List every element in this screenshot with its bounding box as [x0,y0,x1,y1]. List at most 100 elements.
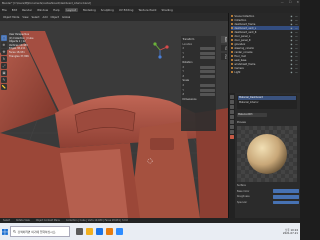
render-props-icon[interactable] [230,100,234,104]
menu-edit[interactable]: Edit [12,8,17,12]
tab-layout[interactable]: Layout [64,7,79,12]
visibility-icons[interactable]: ◉ ▭ [290,39,298,42]
scale-tool-button[interactable]: ⤢ [1,63,7,69]
browser-icon[interactable] [96,228,103,235]
tab-uv-editing[interactable]: UV Editing [119,8,134,12]
outliner-row[interactable]: Light ◉ ▭ [230,70,299,74]
measure-tool-icon: 📏 [1,85,7,89]
menu-render[interactable]: Render [22,8,32,12]
tab-tool[interactable]: Tool [221,44,227,52]
visibility-icons[interactable]: ◉ ▭ [290,71,298,74]
material-panel: Material_Dashboard Material_Interior Mat… [237,95,299,205]
stat-line: Edges 38,211 [9,47,26,51]
tool-shelf: ⬚ ⊕ ✥ ↻ ⤢ ▣ ✎ 📏 [1,35,7,90]
visibility-icons[interactable]: ◉ ▭ [290,55,298,58]
move-tool-button[interactable]: ✥ [1,49,7,55]
outliner-item-name: Collection [234,18,247,22]
tab-shading[interactable]: Shading [161,8,172,12]
scene-props-icon[interactable] [230,110,234,114]
material-props-icon[interactable] [230,135,234,139]
data-props-icon[interactable] [230,130,234,134]
menu-help[interactable]: Help [53,8,59,12]
annotate-tool-icon: ✎ [2,78,6,82]
transform-tool-button[interactable]: ▣ [1,70,7,76]
navigation-gizmo-icon[interactable] [150,40,170,60]
object-props-icon[interactable] [230,120,234,124]
visibility-icons[interactable]: ◉ ▭ [290,67,298,70]
orientation-dropdown[interactable]: Global [62,16,70,19]
select-tool-button[interactable]: ⬚ [1,35,7,41]
visibility-icons[interactable]: ◉ ▭ [290,51,298,54]
roughness-field[interactable] [273,195,299,199]
modifier-props-icon[interactable] [230,125,234,129]
window-controls: — ☐ ✕ [281,0,299,4]
stat-line: Triangles 37,806 [9,54,29,58]
tab-texture-paint[interactable]: Texture Paint [138,8,156,12]
viewport-stats: User Perspective (0) Collection | Cube O… [9,33,33,58]
object-menu[interactable]: Object [51,16,59,19]
base-color-field[interactable] [273,189,299,193]
tool-props-icon[interactable] [230,95,234,99]
tab-view[interactable]: View [221,53,227,61]
task-view-icon[interactable] [76,228,83,235]
windows-logo-icon [2,228,8,235]
menu-window[interactable]: Window [37,8,48,12]
add-menu[interactable]: Add [43,16,48,19]
close-button[interactable]: ✕ [296,0,299,4]
visibility-icons[interactable]: ◉ ▭ [290,23,298,26]
outliner[interactable]: Scene Collection ◉ ▭ Collection ◉ ▭ dashboar… [228,13,300,93]
scale-z-field[interactable] [199,93,215,97]
visibility-icons[interactable]: ◉ ▭ [290,19,298,22]
status-context: Object Context Menu [35,219,61,222]
loc-x-field[interactable] [199,47,215,51]
visibility-icons[interactable]: ◉ ▭ [290,43,298,46]
3d-viewport[interactable]: Object Mode View Select Add Object Globa… [0,13,228,218]
cursor-tool-button[interactable]: ⊕ [1,42,7,48]
rotate-tool-button[interactable]: ↻ [1,56,7,62]
visibility-icons[interactable]: ◉ ▭ [290,47,298,50]
annotate-tool-button[interactable]: ✎ [1,77,7,83]
rot-y-field[interactable] [199,70,215,74]
world-props-icon[interactable] [230,115,234,119]
system-tray-clock[interactable]: 오후 10:24 2021-07-21 [283,228,298,235]
rot-x-field[interactable] [199,65,215,69]
measure-tool-button[interactable]: 📏 [1,84,7,90]
material-slot[interactable]: Material_Interior [238,100,296,104]
material-slot[interactable]: Material_Dashboard [238,96,296,100]
start-button[interactable] [0,223,10,240]
file-explorer-icon[interactable] [86,228,93,235]
mesh-object-icon [230,38,233,42]
outliner-item-name: steering_column [234,46,255,50]
specular-field[interactable] [273,200,299,205]
visibility-icons[interactable]: ◉ ▭ [290,35,298,38]
taskbar-search-input[interactable]: 검색하려면 여기에 입력하십시오. [10,226,70,237]
preview-heading[interactable]: Preview [237,121,299,124]
loc-y-field[interactable] [199,51,215,55]
rot-z-field[interactable] [199,74,215,78]
tab-sculpting[interactable]: Sculpting [101,8,114,12]
mode-dropdown[interactable]: Object Mode [3,16,19,19]
scale-y-field[interactable] [199,88,215,92]
tab-modeling[interactable]: Modeling [83,8,96,12]
store-icon[interactable] [116,228,123,235]
maximize-button[interactable]: ☐ [289,0,292,4]
material-name-field[interactable]: Material.003 [237,113,267,117]
select-menu[interactable]: Select [32,16,40,19]
output-props-icon[interactable] [230,105,234,109]
minimize-button[interactable]: — [281,0,284,4]
visibility-icons[interactable]: ◉ ▭ [290,15,298,18]
visibility-icons[interactable]: ◉ ▭ [290,31,298,34]
visibility-icons[interactable]: ◉ ▭ [290,63,298,66]
view-menu[interactable]: View [22,16,28,19]
tab-item[interactable]: Item [221,36,227,43]
surface-heading[interactable]: Surface [237,184,299,187]
material-slot-list[interactable]: Material_Dashboard Material_Interior [237,95,297,109]
visibility-icons[interactable]: ◉ ▭ [290,59,298,62]
scale-x-field[interactable] [199,83,215,87]
loc-z-field[interactable] [199,56,215,60]
menu-file[interactable]: File [2,8,7,12]
visibility-icons[interactable]: ◉ ▭ [290,27,298,30]
blender-icon[interactable] [106,228,113,235]
mesh-object-icon [230,46,233,50]
z-label: Z [182,93,185,97]
